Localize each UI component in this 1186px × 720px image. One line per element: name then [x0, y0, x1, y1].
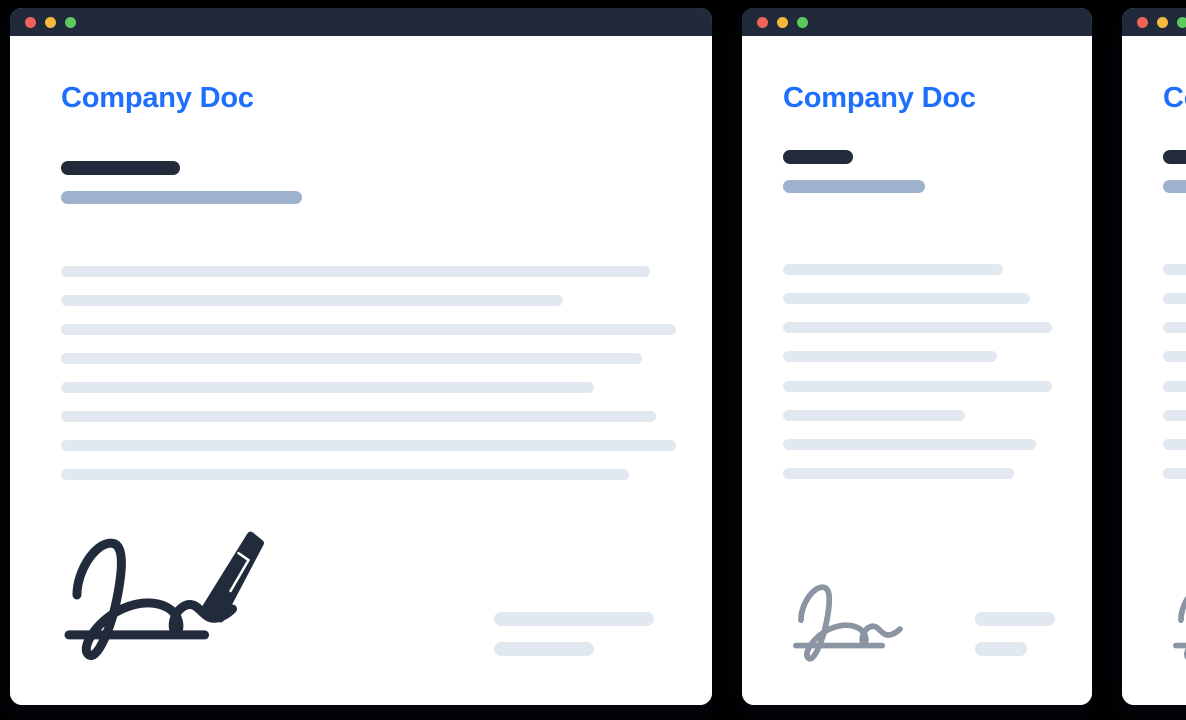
body-text-line: [1163, 410, 1186, 421]
signature-mark: [55, 513, 274, 678]
footer-text-line: [494, 612, 654, 626]
close-dot[interactable]: [25, 16, 36, 28]
section-subheading-bar: [783, 180, 925, 193]
body-text-line: [1163, 322, 1186, 333]
document-page: Company Doc: [1122, 36, 1186, 705]
body-text-line: [1163, 264, 1186, 275]
body-text-line: [61, 411, 656, 422]
body-text-line: [61, 295, 563, 306]
footer-text-line: [975, 642, 1027, 656]
body-text-line: [61, 353, 642, 364]
document-window[interactable]: Company Doc: [10, 8, 712, 705]
body-text-line: [783, 293, 1030, 304]
document-page: Company Doc: [10, 36, 712, 705]
document-window[interactable]: Company Doc: [742, 8, 1092, 705]
body-text-line: [783, 322, 1052, 333]
body-text-line: [1163, 468, 1186, 479]
maximize-dot[interactable]: [797, 16, 808, 28]
body-text-line: [1163, 439, 1186, 450]
body-text-line: [61, 440, 676, 451]
body-text-line: [783, 439, 1036, 450]
section-heading-bar: [783, 150, 853, 164]
body-text-line: [1163, 351, 1186, 362]
page-title: Company Doc: [1163, 82, 1186, 114]
section-heading-bar: [1163, 150, 1186, 164]
footer-text-line: [494, 642, 594, 656]
maximize-dot[interactable]: [65, 16, 76, 28]
body-text-line: [61, 469, 629, 480]
window-titlebar[interactable]: [1122, 8, 1186, 36]
body-text-line: [61, 324, 676, 335]
section-subheading-bar: [1163, 180, 1186, 193]
page-title: Company Doc: [61, 82, 254, 114]
section-subheading-bar: [61, 191, 302, 204]
body-text-line: [783, 381, 1052, 392]
body-text-line: [783, 410, 965, 421]
footer-text-line: [975, 612, 1055, 626]
body-text-line: [61, 266, 650, 277]
minimize-dot[interactable]: [1157, 16, 1168, 28]
body-text-line: [783, 351, 997, 362]
document-window[interactable]: Company Doc: [1122, 8, 1186, 705]
window-titlebar[interactable]: [10, 8, 712, 36]
minimize-dot[interactable]: [777, 16, 788, 28]
body-text-line: [783, 264, 1003, 275]
close-dot[interactable]: [1137, 16, 1148, 28]
minimize-dot[interactable]: [45, 16, 56, 28]
body-text-line: [1163, 293, 1186, 304]
signature-mark: [1167, 568, 1186, 673]
maximize-dot[interactable]: [1177, 16, 1186, 28]
body-text-line: [783, 468, 1014, 479]
signature-mark: [787, 568, 927, 673]
section-heading-bar: [61, 161, 180, 175]
document-page: Company Doc: [742, 36, 1092, 705]
document-carousel: Company Doc Company Doc Company Doc: [0, 0, 1186, 720]
window-titlebar[interactable]: [742, 8, 1092, 36]
body-text-line: [61, 382, 594, 393]
body-text-line: [1163, 381, 1186, 392]
page-title: Company Doc: [783, 82, 976, 114]
close-dot[interactable]: [757, 16, 768, 28]
